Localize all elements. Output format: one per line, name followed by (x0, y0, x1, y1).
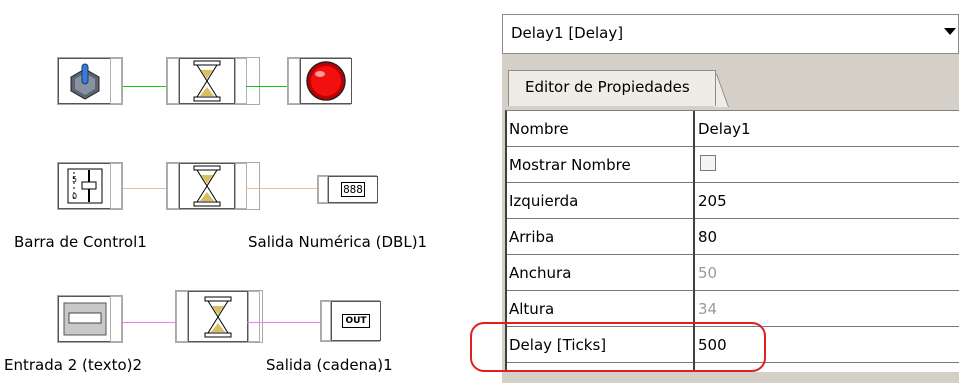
joystick-block[interactable] (57, 57, 123, 105)
svg-text:0: 0 (72, 192, 77, 201)
text-input-block[interactable] (57, 295, 123, 343)
delay-block-1[interactable] (166, 57, 260, 105)
svg-text:5: 5 (72, 175, 77, 184)
text-input-output-port[interactable] (110, 296, 122, 342)
text-input-caption: Entrada 2 (texto)2 (4, 356, 143, 374)
property-value[interactable]: Delay1 (698, 120, 751, 138)
string-input-port[interactable] (321, 301, 331, 341)
delay1-input-port[interactable] (167, 58, 179, 104)
delay-block-3[interactable] (175, 290, 263, 343)
numeric-output-block[interactable]: 888 (317, 175, 378, 204)
property-row-nombre[interactable]: Nombre Delay1 (507, 111, 959, 147)
led-tile (300, 58, 352, 104)
text-input-tile (58, 296, 112, 342)
property-row-izquierda[interactable]: Izquierda 205 (507, 183, 959, 219)
property-value[interactable]: 205 (698, 192, 727, 210)
hourglass-icon (193, 60, 221, 102)
delay2-tile (179, 163, 235, 209)
property-name: Izquierda (509, 192, 579, 210)
slider-caption: Barra de Control1 (14, 233, 147, 251)
property-value[interactable]: 80 (698, 228, 717, 246)
led-block[interactable] (287, 57, 352, 105)
numeric-tile: 888 (328, 176, 378, 203)
numeric-input-port[interactable] (318, 176, 328, 203)
property-value: 50 (698, 264, 718, 282)
string-output-caption: Salida (cadena)1 (266, 356, 393, 374)
slider-tile: 5 0 (58, 163, 112, 209)
delay3-tile (188, 291, 248, 342)
show-name-checkbox[interactable] (700, 155, 716, 171)
grid-footer (505, 372, 959, 383)
property-value: 34 (698, 300, 718, 318)
numeric-display-icon: 888 (341, 182, 365, 197)
property-name: Nombre (509, 120, 569, 138)
property-row-anchura: Anchura 50 (507, 255, 959, 291)
wire-delay-string (247, 322, 329, 323)
red-led-icon (306, 61, 346, 101)
delay-block-2[interactable] (166, 162, 260, 210)
hourglass-icon (193, 165, 221, 207)
delay3-input-port[interactable] (176, 291, 188, 342)
property-name: Anchura (509, 264, 572, 282)
joystick-icon (70, 63, 100, 100)
component-selector[interactable]: Delay1 [Delay] (502, 14, 959, 54)
delay3-output-port[interactable] (248, 291, 260, 342)
property-row-mostrar-nombre[interactable]: Mostrar Nombre (507, 147, 959, 183)
component-selector-value: Delay1 [Delay] (511, 24, 624, 42)
property-name: Altura (509, 300, 555, 318)
output-tag-text: OUT (345, 316, 367, 326)
delay2-output-port[interactable] (235, 163, 247, 209)
delay1-tile (179, 58, 235, 104)
numeric-display-digits: 888 (343, 183, 363, 196)
delay1-output-port[interactable] (235, 58, 247, 104)
string-tile: OUT (331, 301, 381, 341)
led-input-port[interactable] (288, 58, 300, 104)
text-entry-icon (63, 302, 107, 336)
string-output-block[interactable]: OUT (320, 300, 381, 342)
delay-ticks-highlight (470, 322, 766, 372)
slider-block[interactable]: 5 0 (57, 162, 123, 210)
property-row-arriba[interactable]: Arriba 80 (507, 219, 959, 255)
numeric-output-caption: Salida Numérica (DBL)1 (248, 233, 428, 251)
tab-property-editor[interactable]: Editor de Propiedades (508, 70, 716, 106)
property-name: Mostrar Nombre (509, 156, 631, 174)
dropdown-arrow-icon[interactable] (944, 28, 956, 35)
property-name: Arriba (509, 228, 555, 246)
slider-control-icon: 5 0 (67, 168, 103, 204)
hourglass-icon (204, 296, 232, 337)
delay2-input-port[interactable] (167, 163, 179, 209)
joystick-tile (58, 58, 112, 104)
slider-output-port[interactable] (110, 163, 122, 209)
joystick-output-port[interactable] (110, 58, 122, 104)
tab-property-editor-label: Editor de Propiedades (525, 78, 690, 96)
wire-delay-numeric (246, 188, 326, 189)
output-tag-icon: OUT (342, 314, 370, 328)
